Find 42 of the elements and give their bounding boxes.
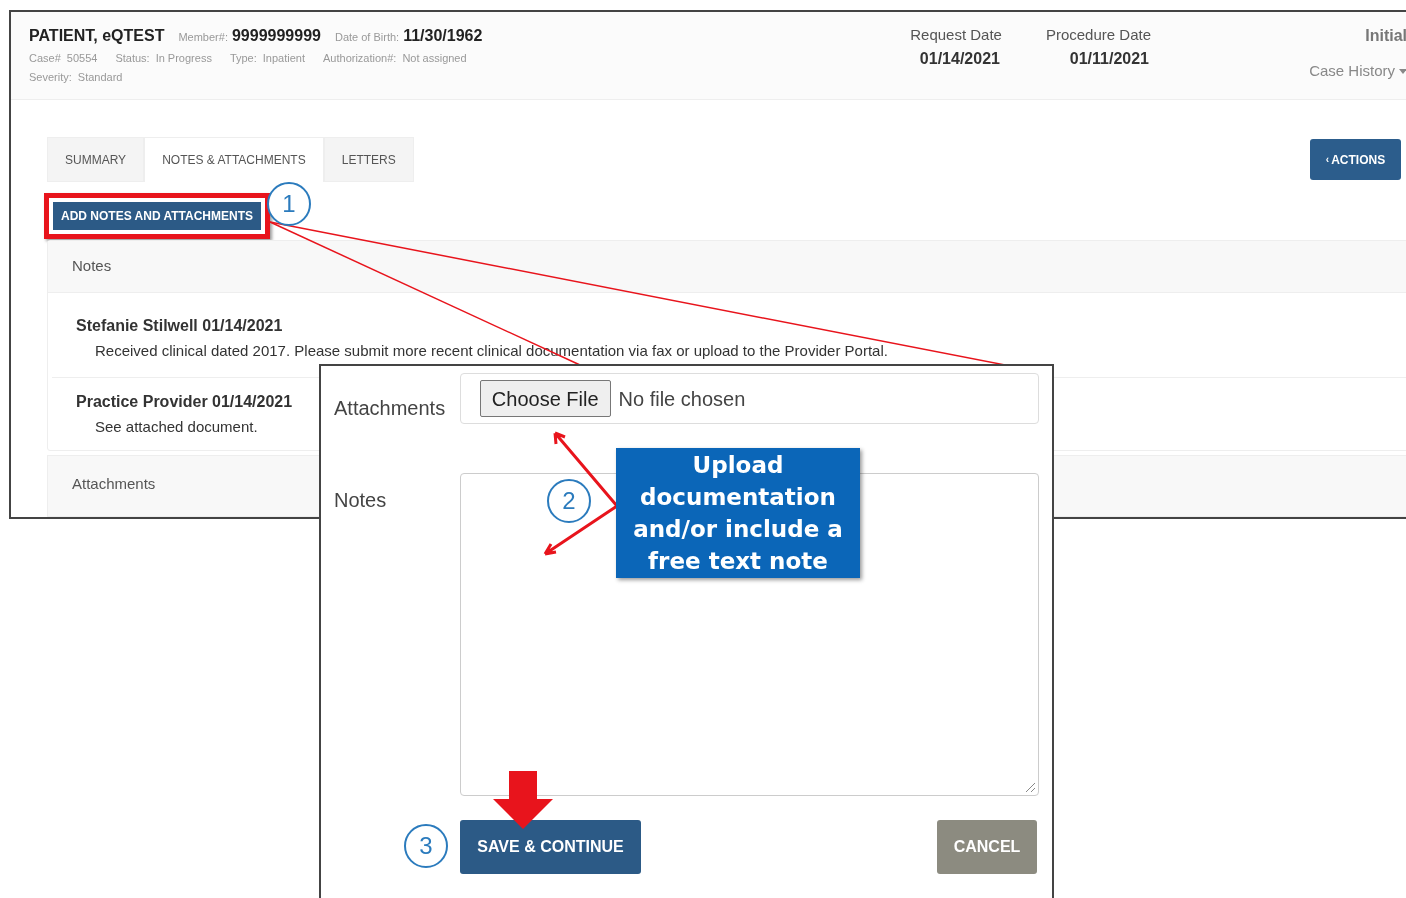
- choose-file-button[interactable]: Choose File: [479, 380, 611, 417]
- note-author: Stefanie Stilwell 01/14/2021: [76, 316, 283, 336]
- detail-label: Case#: [29, 51, 61, 66]
- tab[interactable]: SUMMARY: [47, 137, 145, 182]
- field-value: 9999999999: [231, 26, 321, 46]
- note-text: See attached document.: [95, 416, 258, 437]
- save-continue-button[interactable]: SAVE & CONTINUE: [460, 820, 641, 874]
- case-history-dropdown[interactable]: Case History: [1309, 60, 1406, 83]
- case-status: Initial: [1365, 26, 1406, 46]
- field-label: Date of Birth:: [334, 30, 400, 45]
- field-label: Member#:: [178, 30, 228, 45]
- resize-handle-icon: [1024, 781, 1036, 793]
- date-label: Procedure Date: [1045, 25, 1151, 45]
- down-arrow-icon: [493, 771, 553, 829]
- add-notes-button[interactable]: ADD NOTES AND ATTACHMENTS: [53, 202, 261, 230]
- detail-label: Status:: [115, 51, 150, 66]
- note-author: Practice Provider 01/14/2021: [76, 391, 293, 412]
- panel-title: Notes: [72, 256, 112, 277]
- detail-label: Severity:: [29, 69, 72, 85]
- file-status: No file chosen: [618, 386, 746, 412]
- caret-icon: [1399, 68, 1406, 74]
- detail-value: Inpatient: [262, 51, 305, 66]
- date-label: Request Date: [910, 25, 1002, 45]
- tab[interactable]: NOTES & ATTACHMENTS: [144, 137, 324, 182]
- chevron-icon: ‹: [1325, 152, 1330, 167]
- field-label: Attachments: [334, 396, 447, 421]
- patient-name: PATIENT, eQTEST: [29, 26, 165, 46]
- date-value: 01/14/2021: [919, 48, 1000, 69]
- date-value: 01/11/2021: [1069, 48, 1149, 69]
- callout-text: Upload documentation and/or include a free text note: [632, 451, 844, 576]
- actions-button[interactable]: ‹ ACTIONS: [1310, 139, 1401, 180]
- detail-label: Type:: [229, 51, 257, 66]
- field-label: Notes: [334, 488, 388, 513]
- detail-label: Authorization#:: [323, 51, 397, 66]
- detail-value: 50554: [66, 51, 98, 66]
- tab[interactable]: LETTERS: [323, 137, 414, 182]
- detail-value: Not assigned: [402, 51, 467, 66]
- panel-title: Attachments: [72, 475, 156, 492]
- file-input[interactable]: Choose File No file chosen: [459, 373, 1039, 424]
- detail-value: Standard: [77, 69, 123, 85]
- detail-value: In Progress: [155, 51, 212, 66]
- field-value: 11/30/1962: [403, 26, 483, 46]
